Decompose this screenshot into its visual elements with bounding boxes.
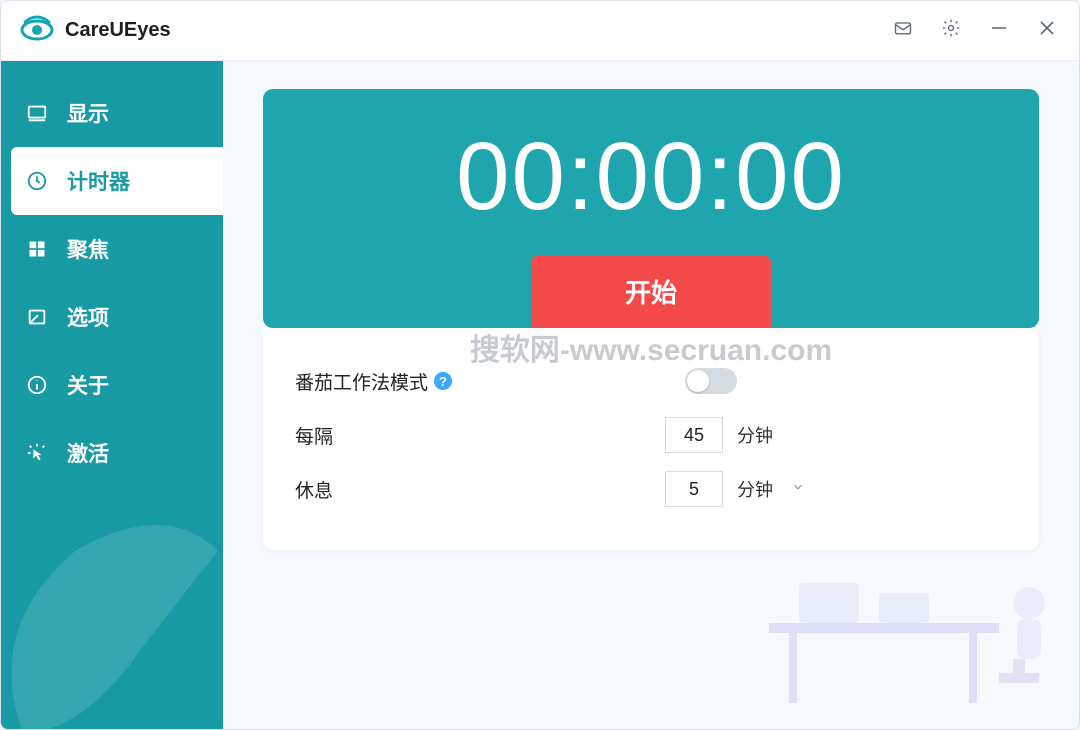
rest-input[interactable] [665, 471, 723, 507]
leaf-decoration-icon [1, 499, 223, 729]
app-window: CareUEyes [0, 0, 1080, 730]
sidebar-item-label: 计时器 [67, 166, 130, 196]
pomodoro-row: 番茄工作法模式 ? [295, 354, 1007, 408]
desk-illustration-icon [729, 523, 1069, 723]
sidebar-item-label: 关于 [67, 370, 109, 400]
info-icon [25, 374, 49, 396]
mail-button[interactable] [879, 7, 927, 55]
eye-icon [19, 10, 55, 51]
minimize-button[interactable] [975, 7, 1023, 55]
options-icon [25, 306, 49, 328]
sidebar-item-label: 聚焦 [67, 234, 109, 264]
app-logo: CareUEyes [19, 10, 171, 51]
timer-display: 00:00:00 [263, 119, 1039, 255]
pomodoro-toggle[interactable] [685, 368, 737, 394]
start-button[interactable]: 开始 [531, 255, 771, 328]
rest-label: 休息 [295, 476, 333, 503]
pomodoro-help-icon[interactable]: ? [434, 372, 452, 390]
pomodoro-label: 番茄工作法模式 [295, 368, 428, 395]
rest-unit: 分钟 [737, 476, 773, 502]
clock-icon [25, 170, 49, 192]
sidebar-item-focus[interactable]: 聚焦 [1, 215, 223, 283]
interval-row: 每隔 分钟 [295, 408, 1007, 462]
chevron-down-icon [791, 478, 805, 499]
minimize-icon [990, 19, 1008, 42]
interval-unit: 分钟 [737, 422, 773, 448]
timer-settings-card: 番茄工作法模式 ? 每隔 分钟 [263, 328, 1039, 550]
timer-card: 00:00:00 开始 [263, 89, 1039, 328]
sidebar-item-activate[interactable]: 激活 [1, 419, 223, 487]
monitor-icon [25, 102, 49, 124]
sidebar-item-label: 显示 [67, 98, 109, 128]
sidebar-item-label: 激活 [67, 438, 109, 468]
sidebar-item-timer[interactable]: 计时器 [11, 147, 223, 215]
interval-input[interactable] [665, 417, 723, 453]
sidebar-item-options[interactable]: 选项 [1, 283, 223, 351]
rest-unit-dropdown[interactable] [787, 478, 809, 500]
cursor-icon [25, 442, 49, 464]
settings-button[interactable] [927, 7, 975, 55]
sidebar-item-label: 选项 [67, 302, 109, 332]
mail-icon [893, 18, 913, 43]
main-panel: 00:00:00 开始 番茄工作法模式 ? [223, 61, 1079, 729]
interval-label: 每隔 [295, 422, 333, 449]
toggle-knob [687, 370, 709, 392]
grid-icon [25, 239, 49, 259]
sidebar-item-about[interactable]: 关于 [1, 351, 223, 419]
app-title: CareUEyes [65, 19, 171, 42]
sidebar: 显示 计时器 聚焦 选项 [1, 61, 223, 729]
close-button[interactable] [1023, 7, 1071, 55]
gear-icon [941, 18, 961, 43]
rest-row: 休息 分钟 [295, 462, 1007, 516]
sidebar-item-display[interactable]: 显示 [1, 79, 223, 147]
close-icon [1038, 19, 1056, 42]
title-bar: CareUEyes [1, 1, 1079, 61]
